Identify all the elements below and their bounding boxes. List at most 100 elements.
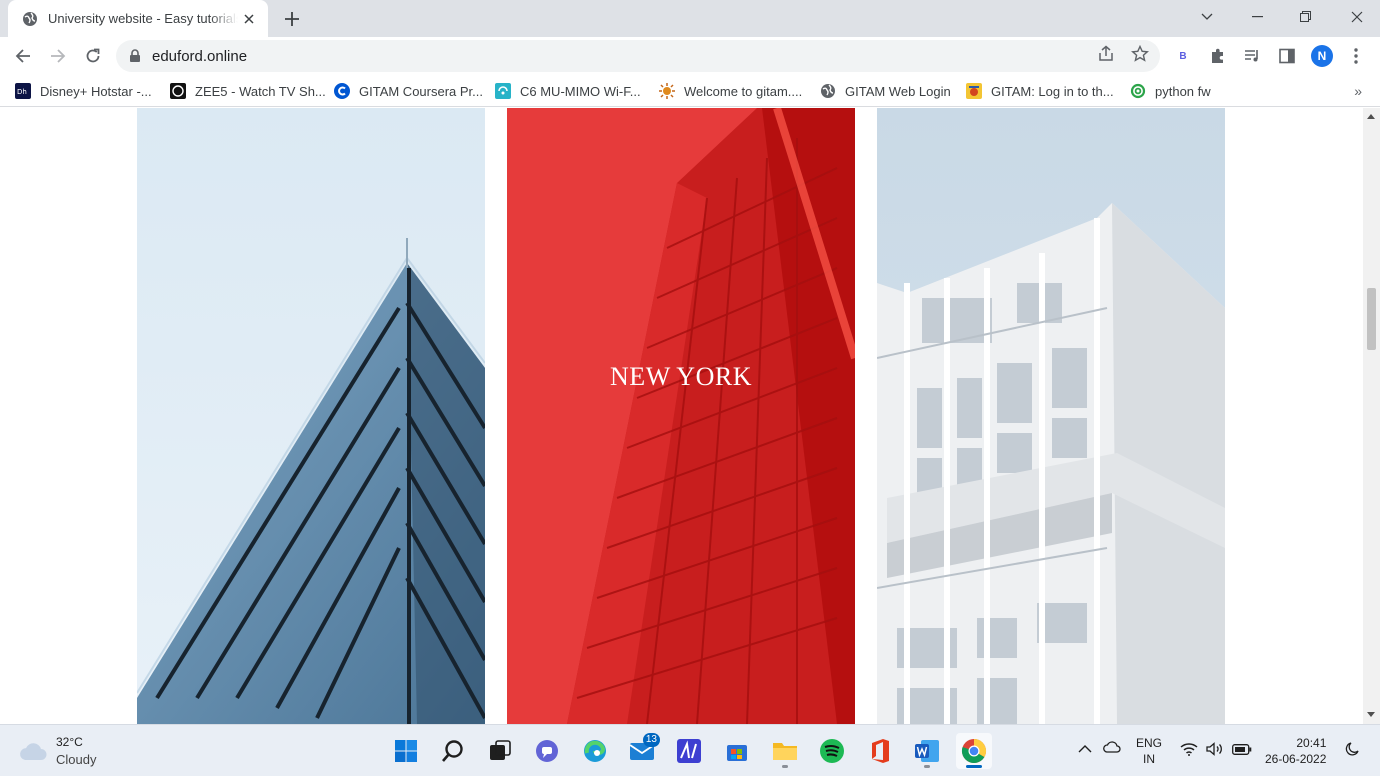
windows-taskbar: 32°C Cloudy 13 ENG IN 20:41 26-06-2022 <box>0 724 1380 776</box>
chat-icon <box>536 740 558 762</box>
windows-logo-icon <box>395 740 417 762</box>
wifi-button[interactable] <box>1180 742 1198 760</box>
forward-button[interactable] <box>44 42 72 70</box>
red-tower-image <box>507 108 855 724</box>
search-button[interactable] <box>435 733 471 769</box>
globe-icon <box>23 11 37 26</box>
mail-button[interactable]: 13 <box>624 733 660 769</box>
extension-b-button[interactable]: B <box>1171 44 1195 68</box>
star-icon <box>1131 45 1149 62</box>
clock[interactable]: 20:41 26-06-2022 <box>1265 735 1326 767</box>
teams-chat-button[interactable] <box>529 733 565 769</box>
bookmark-label: GITAM Coursera Pr... <box>359 83 484 99</box>
browser-tab[interactable]: University website - Easy tutorials <box>8 0 268 37</box>
language-indicator[interactable]: ENG IN <box>1136 735 1162 767</box>
bookmark-item-gitam-login[interactable]: GITAM: Log in to th... <box>966 79 1114 103</box>
onedrive-button[interactable] <box>1103 741 1121 757</box>
speaker-icon <box>1206 742 1222 756</box>
close-window-button[interactable] <box>1334 0 1380 33</box>
gitam-logo-icon <box>966 83 982 99</box>
avatar: N <box>1311 45 1333 67</box>
app-ai-button[interactable] <box>671 733 707 769</box>
glass-building-image <box>137 108 485 724</box>
office-button[interactable] <box>862 733 898 769</box>
running-indicator <box>924 765 930 768</box>
tab-search-button[interactable] <box>1184 0 1230 33</box>
scroll-down-arrow[interactable] <box>1367 712 1375 717</box>
new-tab-button[interactable] <box>280 7 304 31</box>
bookmark-item-gitam-welcome[interactable]: Welcome to gitam.... <box>659 79 802 103</box>
restore-button[interactable] <box>1282 0 1328 33</box>
router-icon <box>495 83 511 99</box>
bookmark-item-router[interactable]: C6 MU-MIMO Wi-F... <box>495 79 641 103</box>
bookmark-star-button[interactable] <box>1129 43 1151 65</box>
reload-icon <box>86 48 100 63</box>
share-button[interactable] <box>1095 43 1117 65</box>
bookmark-item-coursera[interactable]: GITAM Coursera Pr... <box>334 79 483 103</box>
panel-glass-building[interactable] <box>137 108 485 724</box>
tab-title: University website - Easy tutorials <box>48 11 238 26</box>
coursera-icon <box>334 83 350 99</box>
store-icon <box>727 745 747 761</box>
page-scrollbar[interactable] <box>1363 108 1380 724</box>
profile-button[interactable]: N <box>1310 44 1334 68</box>
bookmarks-bar: Dh Disney+ Hotstar -... ZEE5 - Watch TV … <box>0 75 1380 107</box>
office-icon <box>872 739 889 763</box>
spotify-button[interactable] <box>814 733 850 769</box>
bookmark-label: GITAM: Log in to th... <box>991 83 1114 99</box>
reload-button[interactable] <box>79 42 107 70</box>
minimize-button[interactable] <box>1234 0 1280 33</box>
bookmark-item-hotstar[interactable]: Dh Disney+ Hotstar -... <box>15 79 152 103</box>
edge-button[interactable] <box>577 733 613 769</box>
chevron-up-icon <box>1078 745 1092 753</box>
extensions-button[interactable] <box>1206 44 1230 68</box>
address-bar[interactable]: eduford.online <box>116 40 1160 72</box>
start-button[interactable] <box>388 733 424 769</box>
chrome-menu-button[interactable] <box>1344 44 1368 68</box>
moon-icon <box>1345 742 1359 756</box>
microsoft-store-button[interactable] <box>719 733 755 769</box>
spotify-icon <box>820 739 844 763</box>
bookmarks-overflow-button[interactable]: » <box>1354 83 1362 99</box>
bookmark-item-gitam-web-login[interactable]: GITAM Web Login <box>820 79 951 103</box>
active-indicator <box>966 765 982 768</box>
url-text[interactable]: eduford.online <box>152 48 247 65</box>
share-icon <box>1099 45 1113 61</box>
region-code: IN <box>1143 752 1155 766</box>
bookmark-label: ZEE5 - Watch TV Sh... <box>195 83 326 99</box>
battery-button[interactable] <box>1232 743 1252 759</box>
scroll-up-arrow[interactable] <box>1367 114 1375 119</box>
gitam-sun-icon <box>659 83 675 99</box>
task-view-button[interactable] <box>482 733 518 769</box>
side-panel-button[interactable] <box>1275 44 1299 68</box>
bookmark-label: Welcome to gitam.... <box>684 83 803 99</box>
bookmark-label: GITAM Web Login <box>845 83 951 99</box>
language-code: ENG <box>1136 736 1163 750</box>
media-control-button[interactable] <box>1240 44 1264 68</box>
panel-white-building[interactable] <box>877 108 1225 724</box>
close-tab-icon[interactable] <box>240 10 258 28</box>
browser-toolbar: eduford.online B N <box>0 37 1380 75</box>
show-hidden-icons-button[interactable] <box>1078 741 1092 757</box>
hotstar-icon: Dh <box>15 83 31 99</box>
back-button[interactable] <box>9 42 37 70</box>
extension-b-label: B <box>1179 50 1187 62</box>
panel-red-tower[interactable]: NEW YORK <box>507 108 855 724</box>
file-explorer-button[interactable] <box>767 733 803 769</box>
minimize-icon <box>1251 15 1263 17</box>
weather-widget[interactable]: 32°C Cloudy <box>18 734 96 768</box>
word-button[interactable] <box>909 733 945 769</box>
volume-button[interactable] <box>1206 742 1224 760</box>
scrollbar-thumb[interactable] <box>1367 288 1376 350</box>
chrome-button[interactable] <box>956 733 992 769</box>
restore-icon <box>1299 11 1311 22</box>
playlist-icon <box>1245 50 1258 62</box>
bookmark-label: Disney+ Hotstar -... <box>40 83 152 99</box>
lock-icon[interactable] <box>128 49 142 63</box>
search-icon <box>442 740 463 762</box>
panel-title-new-york: NEW YORK <box>610 362 752 391</box>
bookmark-item-python-fw[interactable]: python fw <box>1130 79 1211 103</box>
bookmark-item-zee5[interactable]: ZEE5 - Watch TV Sh... <box>170 79 326 103</box>
arrow-right-icon <box>51 49 66 63</box>
focus-assist-button[interactable] <box>1345 742 1359 760</box>
